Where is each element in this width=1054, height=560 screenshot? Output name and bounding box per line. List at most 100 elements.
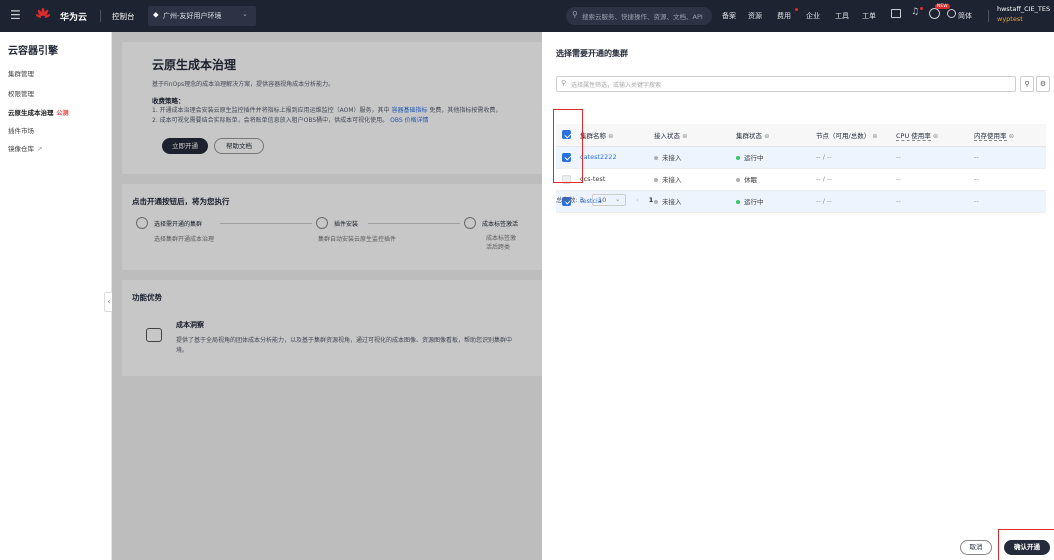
cluster-status-cell: 运行中 [730,190,810,213]
filter-placeholder: 选择属性筛选，或输入关键字搜索 [571,82,662,89]
filter-icon: ⊜ [608,131,614,140]
search-icon: ⚲ [572,10,578,19]
status-dot [654,156,658,160]
current-page[interactable]: 1 [649,196,654,204]
sidebar: 云容器引擎 集群管理 权限管理 云原生成本治理 公测 插件市场 镜像仓库 ↗ [0,32,112,560]
table-header-row: 集群名称 ⊜ 接入状态 ⊜ 集群状态 ⊜ 节点（可用/总数） ⊜ CPU 使用率… [556,124,1046,147]
region-selector[interactable]: ⬥ 广州-友好用户环境 ⌄ [148,6,256,26]
column-header[interactable]: 节点（可用/总数） ⊜ [810,124,890,147]
sidebar-item-label: 云原生成本治理 [8,109,54,117]
cancel-button[interactable]: 取消 [960,540,992,555]
filter-search-input[interactable]: ⚲ 选择属性筛选，或输入关键字搜索 [556,76,1016,92]
column-label: 集群状态 [736,131,762,140]
filter-icon: ⊜ [764,131,770,140]
nav-resources[interactable]: 资源 [748,11,762,21]
sidebar-item-label: 镜像仓库 [8,145,34,153]
chevron-down-icon: ⌄ [242,10,248,18]
cpu-cell: -- [890,190,968,213]
console-link[interactable]: 控制台 [112,11,135,22]
status-dot [654,178,658,182]
memory-cell: -- [968,190,1046,213]
bell-icon[interactable]: ♫ [911,7,919,17]
nav-fees[interactable]: 费用 [777,11,791,21]
memory-cell: -- [968,146,1046,169]
sidebar-title: 云容器引擎 [8,46,58,57]
page-size-select[interactable]: 10 ⌄ [591,194,626,206]
settings-icon[interactable]: ⚙ [1036,76,1050,92]
account-user[interactable]: wyptest [997,15,1023,23]
access-status-cell: 未接入 [648,168,730,191]
terminal-icon[interactable] [891,9,901,18]
sidebar-item-image-repository[interactable]: 镜像仓库 ↗ [8,143,42,153]
modal-overlay[interactable] [112,32,542,560]
sidebar-item-cluster-management[interactable]: 集群管理 [8,68,34,78]
column-label: 接入状态 [654,131,680,140]
globe-icon[interactable] [947,9,956,18]
search-button[interactable]: ⚲ [1020,76,1034,92]
prev-page-button[interactable]: ‹ [636,196,639,204]
sidebar-item-label: 权限管理 [8,90,34,98]
column-label: 集群名称 [580,131,606,140]
table-row[interactable]: ccs-test 未接入 休眠 -- / -- -- -- [556,168,1046,191]
total-count: 总条数: 3 [556,196,584,204]
cluster-name: ccs-test [580,175,606,183]
cluster-status: 运行中 [744,154,764,162]
sidebar-item-label: 集群管理 [8,70,34,78]
brand-name[interactable]: 华为云 [60,10,87,23]
cluster-name-cell[interactable]: catest2222 [574,146,648,169]
nodes-cell: -- / -- [810,168,890,191]
drawer-title: 选择需要开通的集群 [556,49,628,58]
cluster-status: 休眠 [744,176,757,184]
sidebar-item-permissions[interactable]: 权限管理 [8,88,34,98]
search-placeholder: 搜索云服务、快捷操作、资源、文档、API [582,13,703,21]
cluster-name-link[interactable]: catest2222 [580,153,617,161]
access-status-cell: 未接入 [648,146,730,169]
confirm-highlight-box [998,529,1054,560]
huawei-logo-icon[interactable] [35,8,51,24]
account-name[interactable]: hwstaff_CIE_TES [997,5,1050,13]
new-badge: NEW [935,4,950,9]
checkbox-highlight-box [553,109,583,183]
filter-icon: ⊜ [682,131,688,140]
cluster-status: 运行中 [744,198,764,206]
next-page-button[interactable]: › [663,196,666,204]
search-icon: ⚲ [561,79,567,87]
memory-cell: -- [968,168,1046,191]
notification-dot [795,8,798,11]
sidebar-item-cost-governance[interactable]: 云原生成本治理 公测 [8,107,69,117]
nav-tickets[interactable]: 工单 [862,11,876,21]
divider [988,10,989,22]
page-size-value: 10 [597,196,607,204]
sort-icon: ⊜ [932,131,939,140]
status-dot [736,200,740,204]
column-label: 内存使用率 [974,131,1007,141]
column-header[interactable]: 集群名称 ⊜ [574,124,648,147]
divider [100,10,101,22]
beta-badge: 公测 [56,110,69,117]
nav-filing[interactable]: 备案 [722,11,736,21]
column-header[interactable]: 集群状态 ⊜ [730,124,810,147]
nav-tools[interactable]: 工具 [835,11,849,21]
table-row[interactable]: catest2222 未接入 运行中 -- / -- -- -- [556,146,1046,169]
nodes-cell: -- / -- [810,190,890,213]
sidebar-item-addon-market[interactable]: 插件市场 [8,125,34,135]
global-search-input[interactable]: ⚲ 搜索云服务、快捷操作、资源、文档、API [566,7,712,25]
column-header[interactable]: 接入状态 ⊜ [648,124,730,147]
access-status: 未接入 [662,154,682,162]
pagination: 总条数: 3 10 ⌄ ‹ 1 › [556,194,666,206]
top-navigation-bar: ☰ 华为云 控制台 ⬥ 广州-友好用户环境 ⌄ ⚲ 搜索云服务、快捷操作、资源、… [0,0,1054,32]
language-selector[interactable]: 简体 [958,11,972,21]
cpu-cell: -- [890,168,968,191]
nav-enterprise[interactable]: 企业 [806,11,820,21]
status-dot [736,156,740,160]
menu-icon[interactable]: ☰ [10,8,21,22]
sidebar-item-label: 插件市场 [8,127,34,135]
nodes-cell: -- / -- [810,146,890,169]
help-icon[interactable] [929,8,940,19]
column-header[interactable]: CPU 使用率 ⊜ [890,124,968,147]
status-dot [736,178,740,182]
column-label: CPU 使用率 [896,131,931,141]
column-header[interactable]: 内存使用率 ⊜ [968,124,1046,147]
sort-icon: ⊜ [1008,131,1015,140]
access-status: 未接入 [662,176,682,184]
